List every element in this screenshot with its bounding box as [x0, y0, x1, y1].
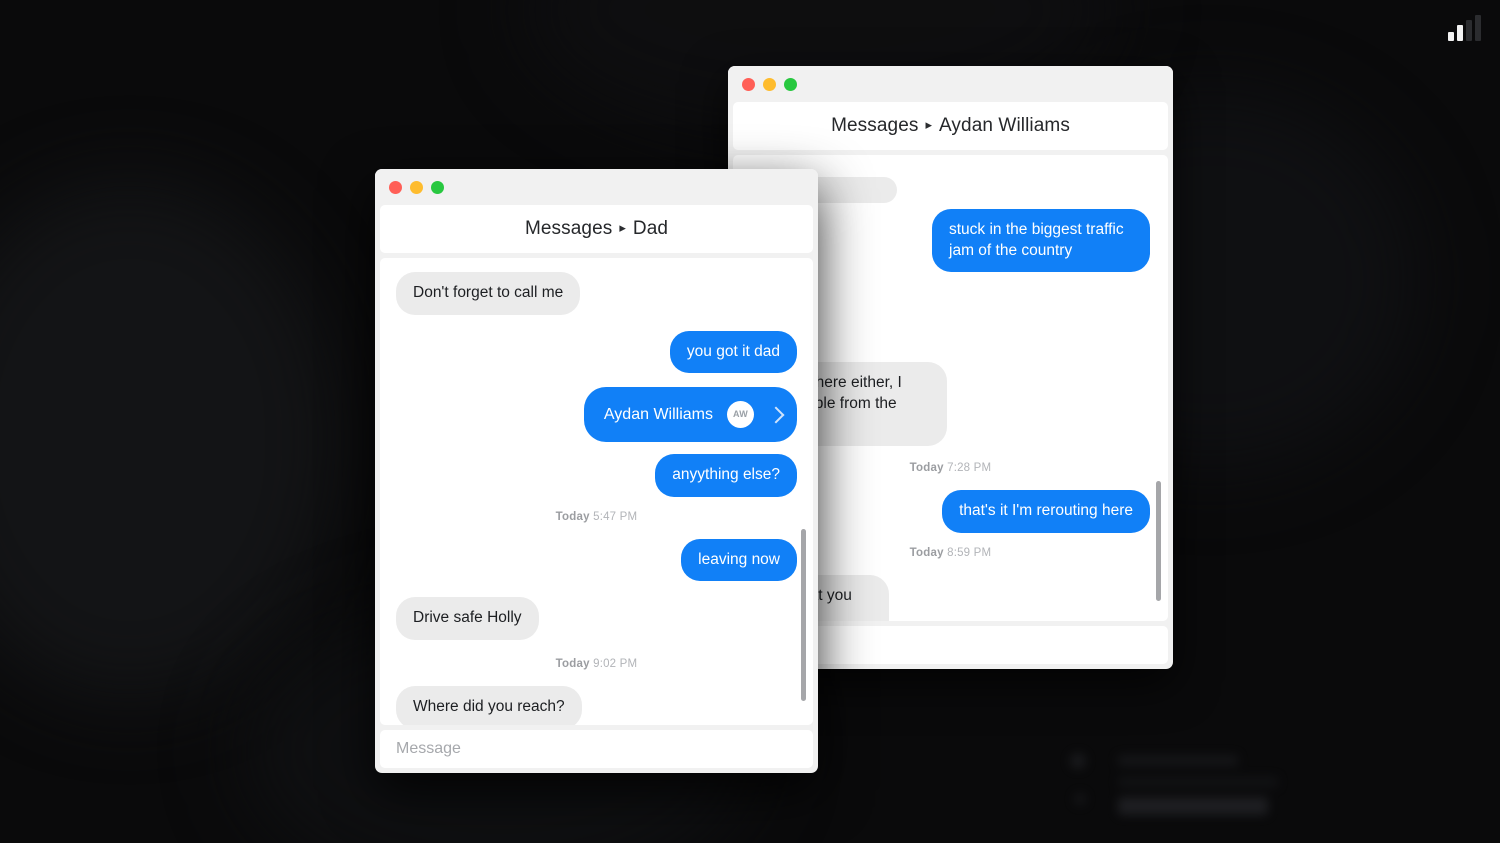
message-bubble: Drive safe Holly: [396, 597, 539, 641]
message-bubble: Don't forget to call me: [396, 272, 581, 315]
signal-bar-4: [1475, 15, 1481, 41]
message-composer[interactable]: Message: [380, 730, 813, 768]
message-bubble: anyything else?: [655, 454, 797, 497]
chevron-right-icon[interactable]: [767, 406, 785, 424]
close-button[interactable]: [389, 180, 402, 194]
message-row: Where did you reach?: [396, 686, 797, 725]
signal-bar-2: [1457, 25, 1463, 41]
close-button[interactable]: [742, 77, 755, 91]
message-timestamp: Today 9:02 PM: [396, 658, 797, 670]
contact-card-name: Aydan Williams: [603, 406, 713, 424]
timestamp-time: 9:02 PM: [593, 658, 638, 671]
timestamp-day: Today: [555, 510, 590, 523]
breadcrumb-separator-icon: ▸: [925, 117, 932, 132]
window-body: Messages ▸ Dad Don't forget to call me y…: [375, 205, 818, 773]
timestamp-day: Today: [909, 461, 944, 474]
contact-card-bubble[interactable]: Aydan Williams AW: [583, 387, 797, 443]
message-bubble: Where did you reach?: [396, 686, 582, 725]
minimize-button[interactable]: [763, 77, 776, 91]
timestamp-time: 7:28 PM: [947, 461, 992, 474]
background-blurred-widget: [1060, 745, 1310, 835]
maximize-button[interactable]: [431, 180, 444, 194]
message-row: you got it dad: [396, 330, 797, 374]
signal-bars-icon: [1448, 15, 1481, 41]
message-timestamp: Today 5:47 PM: [396, 511, 797, 523]
conversation-title: Aydan Williams: [939, 115, 1070, 136]
signal-bar-3: [1466, 20, 1472, 41]
message-row: leaving now: [396, 538, 797, 582]
timestamp-time: 5:47 PM: [593, 510, 638, 523]
message-bubble: stuck in the biggest traffic jam of the …: [932, 209, 1150, 273]
conversation-title: Dad: [632, 218, 669, 239]
maximize-button[interactable]: [784, 77, 797, 91]
breadcrumb-separator-icon: ▸: [619, 220, 626, 235]
message-row: Aydan Williams AW: [396, 387, 797, 443]
signal-bar-1: [1448, 32, 1454, 41]
timestamp-day: Today: [555, 658, 590, 671]
conversation-header: Messages ▸ Aydan Williams: [733, 102, 1168, 150]
message-bubble: leaving now: [681, 538, 797, 582]
thread-scrollbar[interactable]: [1156, 481, 1161, 602]
window-titlebar[interactable]: [728, 66, 1173, 102]
message-row: Don't forget to call me: [396, 272, 797, 315]
desktop: Messages ▸ Aydan Williams stuck in the b…: [0, 0, 1500, 843]
message-bubble: you got it dad: [669, 330, 797, 374]
timestamp-time: 8:59 PM: [947, 546, 992, 559]
message-row: anyything else?: [396, 454, 797, 497]
background-glow: [0, 180, 340, 700]
thread-scrollbar[interactable]: [801, 528, 806, 701]
message-input[interactable]: Message: [396, 740, 461, 758]
message-bubble: that's it I'm rerouting here: [942, 489, 1150, 533]
window-titlebar[interactable]: [375, 169, 818, 205]
message-thread[interactable]: Don't forget to call me you got it dad A…: [380, 258, 813, 725]
avatar: AW: [727, 401, 754, 429]
minimize-button[interactable]: [410, 180, 423, 194]
timestamp-day: Today: [909, 546, 944, 559]
app-name: Messages: [831, 115, 919, 136]
message-row: Drive safe Holly: [396, 597, 797, 641]
window-messages-dad[interactable]: Messages ▸ Dad Don't forget to call me y…: [375, 169, 818, 773]
app-name: Messages: [524, 218, 613, 239]
conversation-header: Messages ▸ Dad: [380, 205, 813, 253]
